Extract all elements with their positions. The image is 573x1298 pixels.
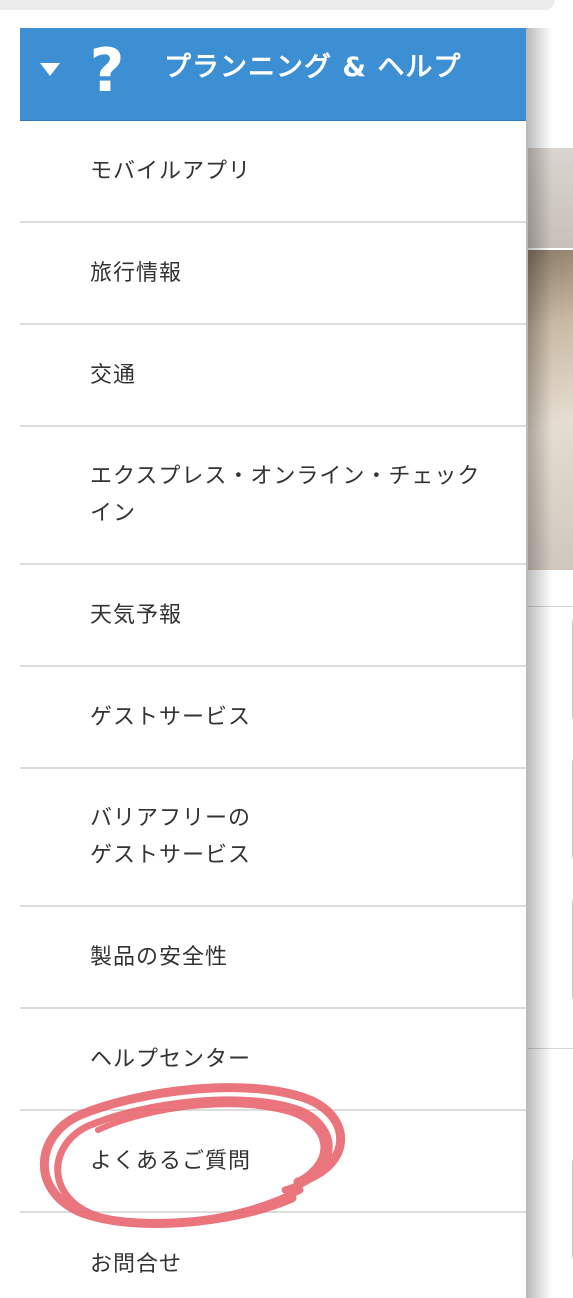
menu-item-transportation[interactable]: 交通 [20, 325, 526, 427]
menu-item-label: エクスプレス・オンライン・チェック イン [90, 464, 481, 526]
section-title: プランニング & ヘルプ [164, 52, 462, 83]
menu-item-label: ゲストサービス [90, 704, 252, 730]
page: ? プランニング & ヘルプ モバイルアプリ 旅行情報 交通 エクスプレス・オン… [0, 0, 573, 1298]
menu-item-label: バリアフリーの ゲストサービス [90, 806, 252, 868]
menu-item-help-center[interactable]: ヘルプセンター [20, 1009, 526, 1111]
menu-item-label: 旅行情報 [90, 260, 183, 286]
question-mark-icon: ? [89, 36, 125, 106]
menu-item-label: お問合せ [90, 1251, 183, 1277]
menu-item-label: モバイルアプリ [90, 158, 252, 184]
menu-item-label: ヘルプセンター [90, 1046, 252, 1072]
menu-item-weather[interactable]: 天気予報 [20, 565, 526, 667]
menu-item-accessible-guest-services[interactable]: バリアフリーの ゲストサービス [20, 769, 526, 907]
menu-item-contact[interactable]: お問合せ [20, 1213, 526, 1298]
caret-down-icon[interactable] [40, 63, 60, 76]
address-bar-remnant [0, 0, 555, 10]
menu-item-label: 天気予報 [90, 602, 183, 628]
browser-top-strip [0, 0, 573, 29]
menu-item-express-online-checkin[interactable]: エクスプレス・オンライン・チェック イン [20, 427, 526, 565]
menu-item-label: よくあるご質問 [90, 1148, 252, 1174]
menu-list: モバイルアプリ 旅行情報 交通 エクスプレス・オンライン・チェック イン 天気予… [20, 121, 526, 1298]
section-header-planning-help[interactable]: ? プランニング & ヘルプ [20, 28, 526, 121]
navigation-drawer: ? プランニング & ヘルプ モバイルアプリ 旅行情報 交通 エクスプレス・オン… [0, 28, 526, 1298]
menu-item-faq[interactable]: よくあるご質問 [20, 1111, 526, 1213]
menu-item-travel-info[interactable]: 旅行情報 [20, 223, 526, 325]
menu-item-label: 製品の安全性 [90, 944, 229, 970]
menu-item-product-safety[interactable]: 製品の安全性 [20, 907, 526, 1009]
menu-item-mobile-app[interactable]: モバイルアプリ [20, 121, 526, 223]
menu-item-guest-services[interactable]: ゲストサービス [20, 667, 526, 769]
menu-item-label: 交通 [90, 362, 137, 388]
drawer-shadow [526, 28, 552, 1298]
